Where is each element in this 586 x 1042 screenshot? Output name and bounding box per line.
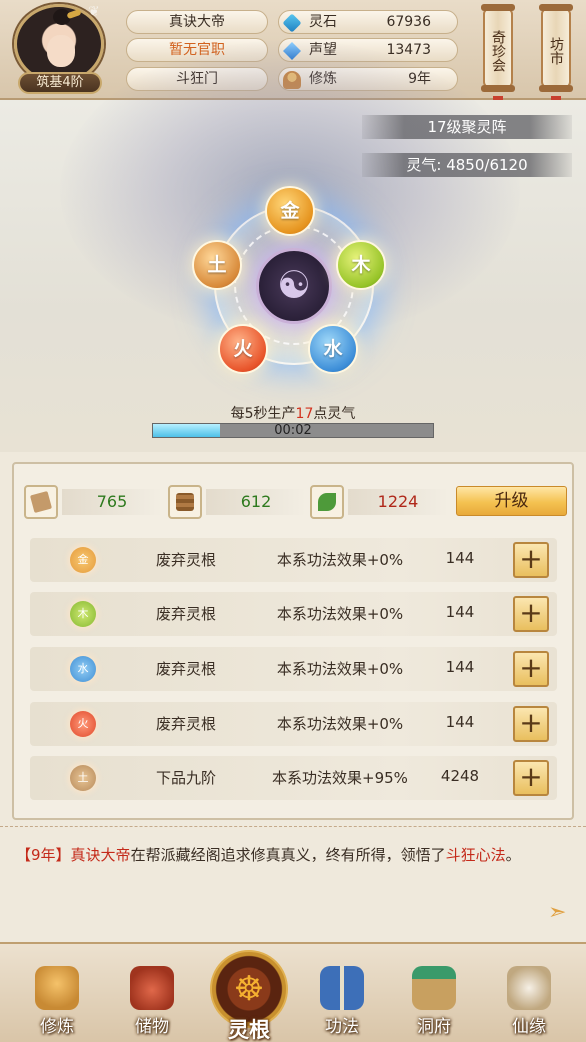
root-cost: 4248: [440, 767, 480, 785]
spirit-stone-counter: 灵石 67936: [278, 10, 458, 34]
earth-orb[interactable]: 土: [192, 240, 242, 290]
material-count: 1224: [348, 489, 448, 515]
root-effect: 本系功法效果+95%: [272, 769, 408, 787]
storage-bag-icon: [130, 966, 174, 1010]
root-grade: 废弃灵根: [156, 660, 217, 678]
nav-cave[interactable]: 洞府: [402, 962, 466, 1040]
root-grade: 废弃灵根: [156, 551, 217, 569]
root-row-fire: 火 废弃灵根 本系功法效果+0% 144 +: [30, 702, 557, 746]
resource-label: 灵石: [309, 14, 337, 30]
water-orb[interactable]: 水: [308, 324, 358, 374]
root-row-earth: 土 下品九阶 本系功法效果+95% 4248 +: [30, 756, 557, 800]
nav-storage[interactable]: 储物: [120, 962, 184, 1040]
immortal-fate-icon: [507, 966, 551, 1010]
metal-element-icon: 金: [70, 547, 96, 573]
production-amount: 17: [295, 406, 314, 422]
spirit-stone-icon: [282, 13, 302, 33]
upgrade-button[interactable]: 升级: [456, 486, 567, 516]
add-metal-button[interactable]: +: [513, 542, 549, 578]
nav-label: 储物: [135, 1017, 169, 1037]
qi-label: 灵气:: [406, 156, 442, 174]
avatar-face: [47, 35, 75, 67]
add-fire-button[interactable]: +: [513, 706, 549, 742]
metal-orb[interactable]: 金: [265, 186, 315, 236]
production-suffix: 点灵气: [313, 406, 356, 422]
log-divider: [0, 826, 586, 830]
fire-element-icon: 火: [70, 711, 96, 737]
event-log: 【9年】真诀大帝在帮派藏经阁追求修真真义，终有所得，领悟了斗狂心法。: [16, 842, 570, 868]
market-button[interactable]: 坊市: [539, 4, 573, 92]
next-arrow-icon[interactable]: ➣: [548, 900, 566, 925]
rank-badge: 筑基4阶: [18, 72, 102, 94]
hairpin: [66, 8, 82, 20]
resource-value: 67936: [386, 14, 431, 30]
technique-book-icon: [320, 966, 364, 1010]
qi-amount: 灵气: 4850/6120: [362, 153, 572, 177]
root-effect: 本系功法效果+0%: [276, 715, 404, 733]
wood-element-icon: 木: [70, 601, 96, 627]
root-effect: 本系功法效果+0%: [276, 551, 404, 569]
root-cost: 144: [445, 603, 475, 621]
treasure-auction-button[interactable]: 奇珍会: [481, 4, 515, 92]
nav-cultivate[interactable]: 修炼: [25, 962, 89, 1040]
nav-label: 洞府: [417, 1017, 451, 1037]
root-row-wood: 木 废弃灵根 本系功法效果+0% 144 +: [30, 592, 557, 636]
nav-label: 仙缘: [512, 1017, 546, 1037]
root-cost: 144: [445, 713, 475, 731]
nav-technique[interactable]: 功法: [310, 962, 374, 1040]
nav-label: 修炼: [40, 1017, 74, 1037]
earth-element-icon: 土: [70, 765, 96, 791]
add-water-button[interactable]: +: [513, 651, 549, 687]
production-rate: 每5秒生产17点灵气: [0, 403, 586, 423]
log-text: 在帮派藏经阁追求修真真义，终有所得，领悟了: [130, 846, 446, 864]
wood-orb[interactable]: 木: [336, 240, 386, 290]
add-wood-button[interactable]: +: [513, 596, 549, 632]
root-cost: 144: [445, 549, 475, 567]
cave-dwelling-icon: [412, 966, 456, 1010]
add-earth-button[interactable]: +: [513, 760, 549, 796]
scroll-book-icon[interactable]: [24, 485, 58, 519]
wood-log-icon[interactable]: [168, 485, 202, 519]
taiji-icon[interactable]: ☯: [256, 248, 332, 324]
root-grade: 下品九阶: [156, 769, 217, 787]
log-end: 。: [505, 846, 521, 864]
root-grade: 废弃灵根: [156, 605, 217, 623]
log-actor: 真诀大帝: [70, 846, 131, 864]
qi-value: 4850/6120: [446, 156, 528, 174]
log-skill: 斗狂心法: [445, 846, 506, 864]
formation-level: 17级聚灵阵: [362, 115, 572, 139]
root-grade: 废弃灵根: [156, 715, 217, 733]
log-year: 【9年】: [16, 846, 71, 864]
root-row-water: 水 废弃灵根 本系功法效果+0% 144 +: [30, 647, 557, 691]
nav-spirit-root[interactable]: ☸ 灵根: [206, 950, 292, 1042]
root-cost: 144: [445, 658, 475, 676]
nav-fate[interactable]: 仙缘: [497, 962, 561, 1040]
butterfly-icon: ❦: [88, 4, 100, 20]
progress-timer: 00:02: [274, 423, 312, 438]
herb-icon[interactable]: [310, 485, 344, 519]
material-count: 612: [206, 489, 306, 515]
root-effect: 本系功法效果+0%: [276, 605, 404, 623]
root-effect: 本系功法效果+0%: [276, 660, 404, 678]
water-element-icon: 水: [70, 656, 96, 682]
nav-label: 灵根: [228, 1018, 270, 1042]
player-name: 真诀大帝: [126, 10, 268, 34]
cultivate-icon: [35, 966, 79, 1010]
nav-label: 功法: [325, 1017, 359, 1037]
material-count: 765: [62, 489, 162, 515]
production-prefix: 每5秒生产: [230, 406, 296, 422]
root-row-metal: 金 废弃灵根 本系功法效果+0% 144 +: [30, 538, 557, 582]
production-progress-bar: 00:02: [152, 423, 434, 438]
fire-orb[interactable]: 火: [218, 324, 268, 374]
